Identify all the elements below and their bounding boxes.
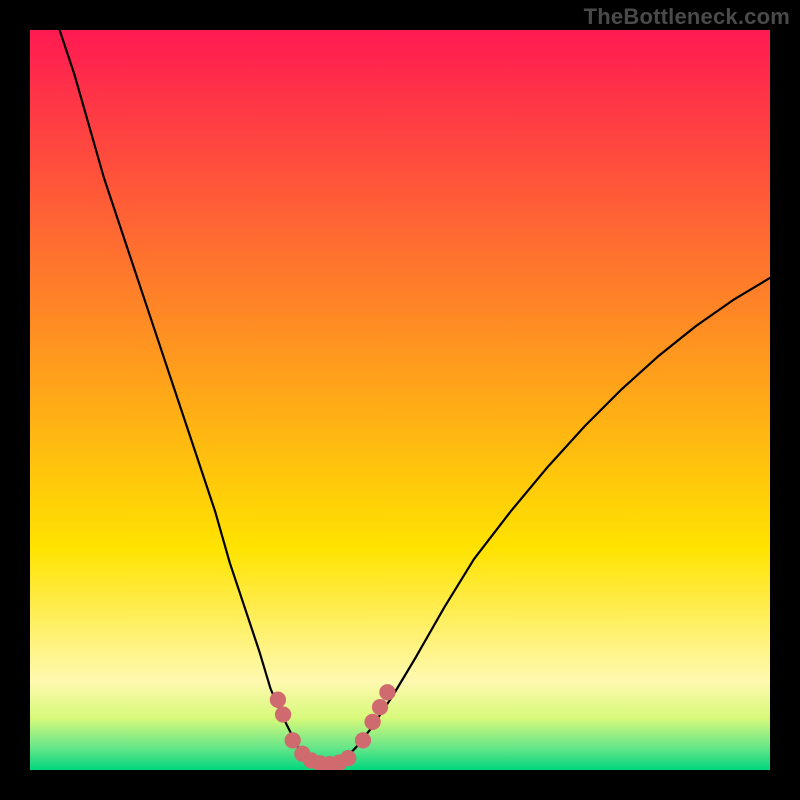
highlight-dot bbox=[372, 699, 388, 715]
highlight-dot bbox=[355, 732, 371, 748]
chart-svg bbox=[30, 30, 770, 770]
highlight-dot bbox=[340, 750, 356, 766]
chart-frame bbox=[30, 30, 770, 770]
highlight-dot bbox=[270, 692, 286, 708]
gradient-bg bbox=[30, 30, 770, 770]
highlight-dot bbox=[379, 684, 395, 700]
highlight-dot bbox=[285, 732, 301, 748]
highlight-dot bbox=[364, 714, 380, 730]
highlight-dot bbox=[275, 706, 291, 722]
watermark-text: TheBottleneck.com bbox=[584, 4, 790, 30]
